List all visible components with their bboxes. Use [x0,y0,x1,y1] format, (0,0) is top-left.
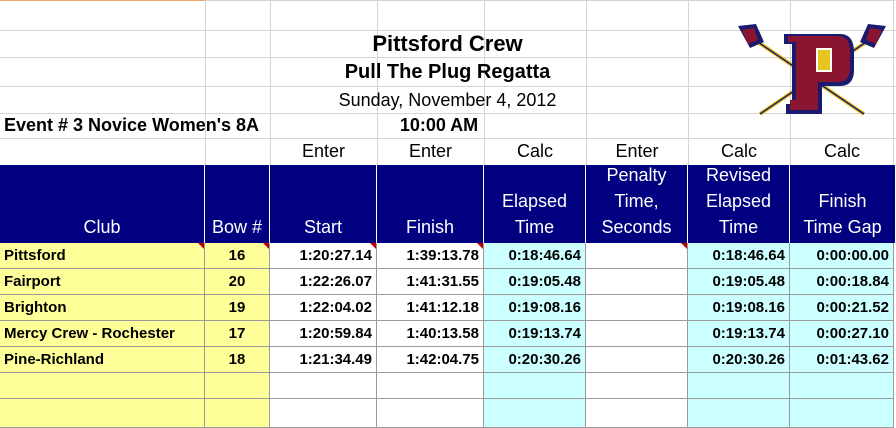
comment-marker-icon[interactable] [198,243,204,249]
cell-penalty[interactable] [586,269,688,295]
comment-marker-icon[interactable] [263,243,269,249]
comment-marker-icon[interactable] [370,243,376,249]
cell-start[interactable]: 1:21:34.49 [270,347,377,373]
header-penalty-label: Penalty Time, Seconds [601,165,672,237]
header-penalty[interactable]: Penalty Time, Seconds [586,165,688,243]
header-gap[interactable]: Finish Time Gap [790,165,896,243]
cell-elapsed[interactable]: 0:18:46.64 [484,243,586,269]
cell-club[interactable]: Mercy Crew - Rochester [0,321,205,347]
cell-gap[interactable]: 0:00:21.52 [790,295,894,321]
cell-bow[interactable]: 19 [205,295,270,321]
cell-start[interactable] [270,399,377,428]
header-club[interactable]: Club [0,165,205,243]
header-bow-label: Bow # [211,217,263,237]
pittsford-crew-logo [738,24,886,116]
cell-finish[interactable] [377,373,484,399]
cell-gap[interactable]: 0:00:00.00 [790,243,894,269]
cell-club[interactable]: Brighton [0,295,205,321]
cell-finish[interactable]: 1:40:13.58 [377,321,484,347]
title[interactable]: Pittsford Crew [205,31,690,57]
cell-gap[interactable]: 0:01:43.62 [790,347,894,373]
cell-finish[interactable]: 1:39:13.78 [377,243,484,269]
cell-elapsed[interactable] [484,399,586,428]
cell-start[interactable] [270,373,377,399]
cell-elapsed[interactable]: 0:20:30.26 [484,347,586,373]
cell-start[interactable]: 1:20:27.14 [270,243,377,269]
cell-revised[interactable]: 0:18:46.64 [688,243,790,269]
cell-club[interactable] [0,399,205,428]
cell-revised[interactable]: 0:19:13.74 [688,321,790,347]
cell-penalty[interactable] [586,321,688,347]
mode-penalty[interactable]: Enter [586,139,688,164]
cell-revised[interactable] [688,373,790,399]
cell-finish[interactable]: 1:41:31.55 [377,269,484,295]
event-name[interactable]: Event # 3 Novice Women's 8A [4,113,384,138]
cell-gap[interactable] [790,399,894,428]
cell-finish[interactable] [377,399,484,428]
cell-elapsed[interactable]: 0:19:13.74 [484,321,586,347]
event-time[interactable]: 10:00 AM [384,113,494,138]
cell-finish[interactable]: 1:41:12.18 [377,295,484,321]
cell-penalty[interactable] [586,295,688,321]
header-elapsed-label: Elapsed Time [501,191,568,237]
header-start-label: Start [303,217,342,237]
cell-club[interactable]: Pittsford [0,243,205,269]
cell-bow[interactable]: 20 [205,269,270,295]
header-start[interactable]: Start [270,165,377,243]
mode-gap[interactable]: Calc [790,139,894,164]
cell-gap[interactable]: 0:00:18.84 [790,269,894,295]
cell-bow[interactable]: 18 [205,347,270,373]
header-club-label: Club [83,217,121,237]
comment-marker-icon[interactable] [681,243,687,249]
cell-revised[interactable]: 0:20:30.26 [688,347,790,373]
mode-revised[interactable]: Calc [688,139,790,164]
header-finish-label: Finish [405,217,454,237]
race-date[interactable]: Sunday, November 4, 2012 [205,87,690,113]
cell-elapsed[interactable]: 0:19:08.16 [484,295,586,321]
cell-start[interactable]: 1:22:26.07 [270,269,377,295]
subtitle[interactable]: Pull The Plug Regatta [205,59,690,86]
active-row-line [0,0,205,1]
cell-bow[interactable]: 17 [205,321,270,347]
cell-bow[interactable] [205,373,270,399]
cell-revised[interactable]: 0:19:08.16 [688,295,790,321]
cell-revised[interactable] [688,399,790,428]
header-bow[interactable]: Bow # [205,165,270,243]
cell-gap[interactable] [790,373,894,399]
cell-start[interactable]: 1:20:59.84 [270,321,377,347]
cell-finish[interactable]: 1:42:04.75 [377,347,484,373]
spreadsheet: Pittsford Crew Pull The Plug Regatta Sun… [0,0,896,428]
mode-finish[interactable]: Enter [377,139,484,164]
header-revised[interactable]: Revised Elapsed Time [688,165,790,243]
header-elapsed[interactable]: Elapsed Time [484,165,586,243]
cell-elapsed[interactable]: 0:19:05.48 [484,269,586,295]
cell-penalty[interactable] [586,373,688,399]
cell-gap[interactable]: 0:00:27.10 [790,321,894,347]
cell-bow[interactable] [205,399,270,428]
cell-penalty[interactable] [586,399,688,428]
cell-start[interactable]: 1:22:04.02 [270,295,377,321]
cell-revised[interactable]: 0:19:05.48 [688,269,790,295]
gridline [205,0,895,1]
mode-start[interactable]: Enter [270,139,377,164]
header-revised-label: Revised Elapsed Time [705,165,772,237]
cell-club[interactable] [0,373,205,399]
cell-club[interactable]: Fairport [0,269,205,295]
comment-marker-icon[interactable] [477,243,483,249]
cell-elapsed[interactable] [484,373,586,399]
cell-penalty[interactable] [586,243,688,269]
mode-elapsed[interactable]: Calc [484,139,586,164]
cell-club[interactable]: Pine-Richland [0,347,205,373]
cell-penalty[interactable] [586,347,688,373]
header-gap-label: Finish Time Gap [803,191,882,237]
cell-bow[interactable]: 16 [205,243,270,269]
header-finish[interactable]: Finish [377,165,484,243]
